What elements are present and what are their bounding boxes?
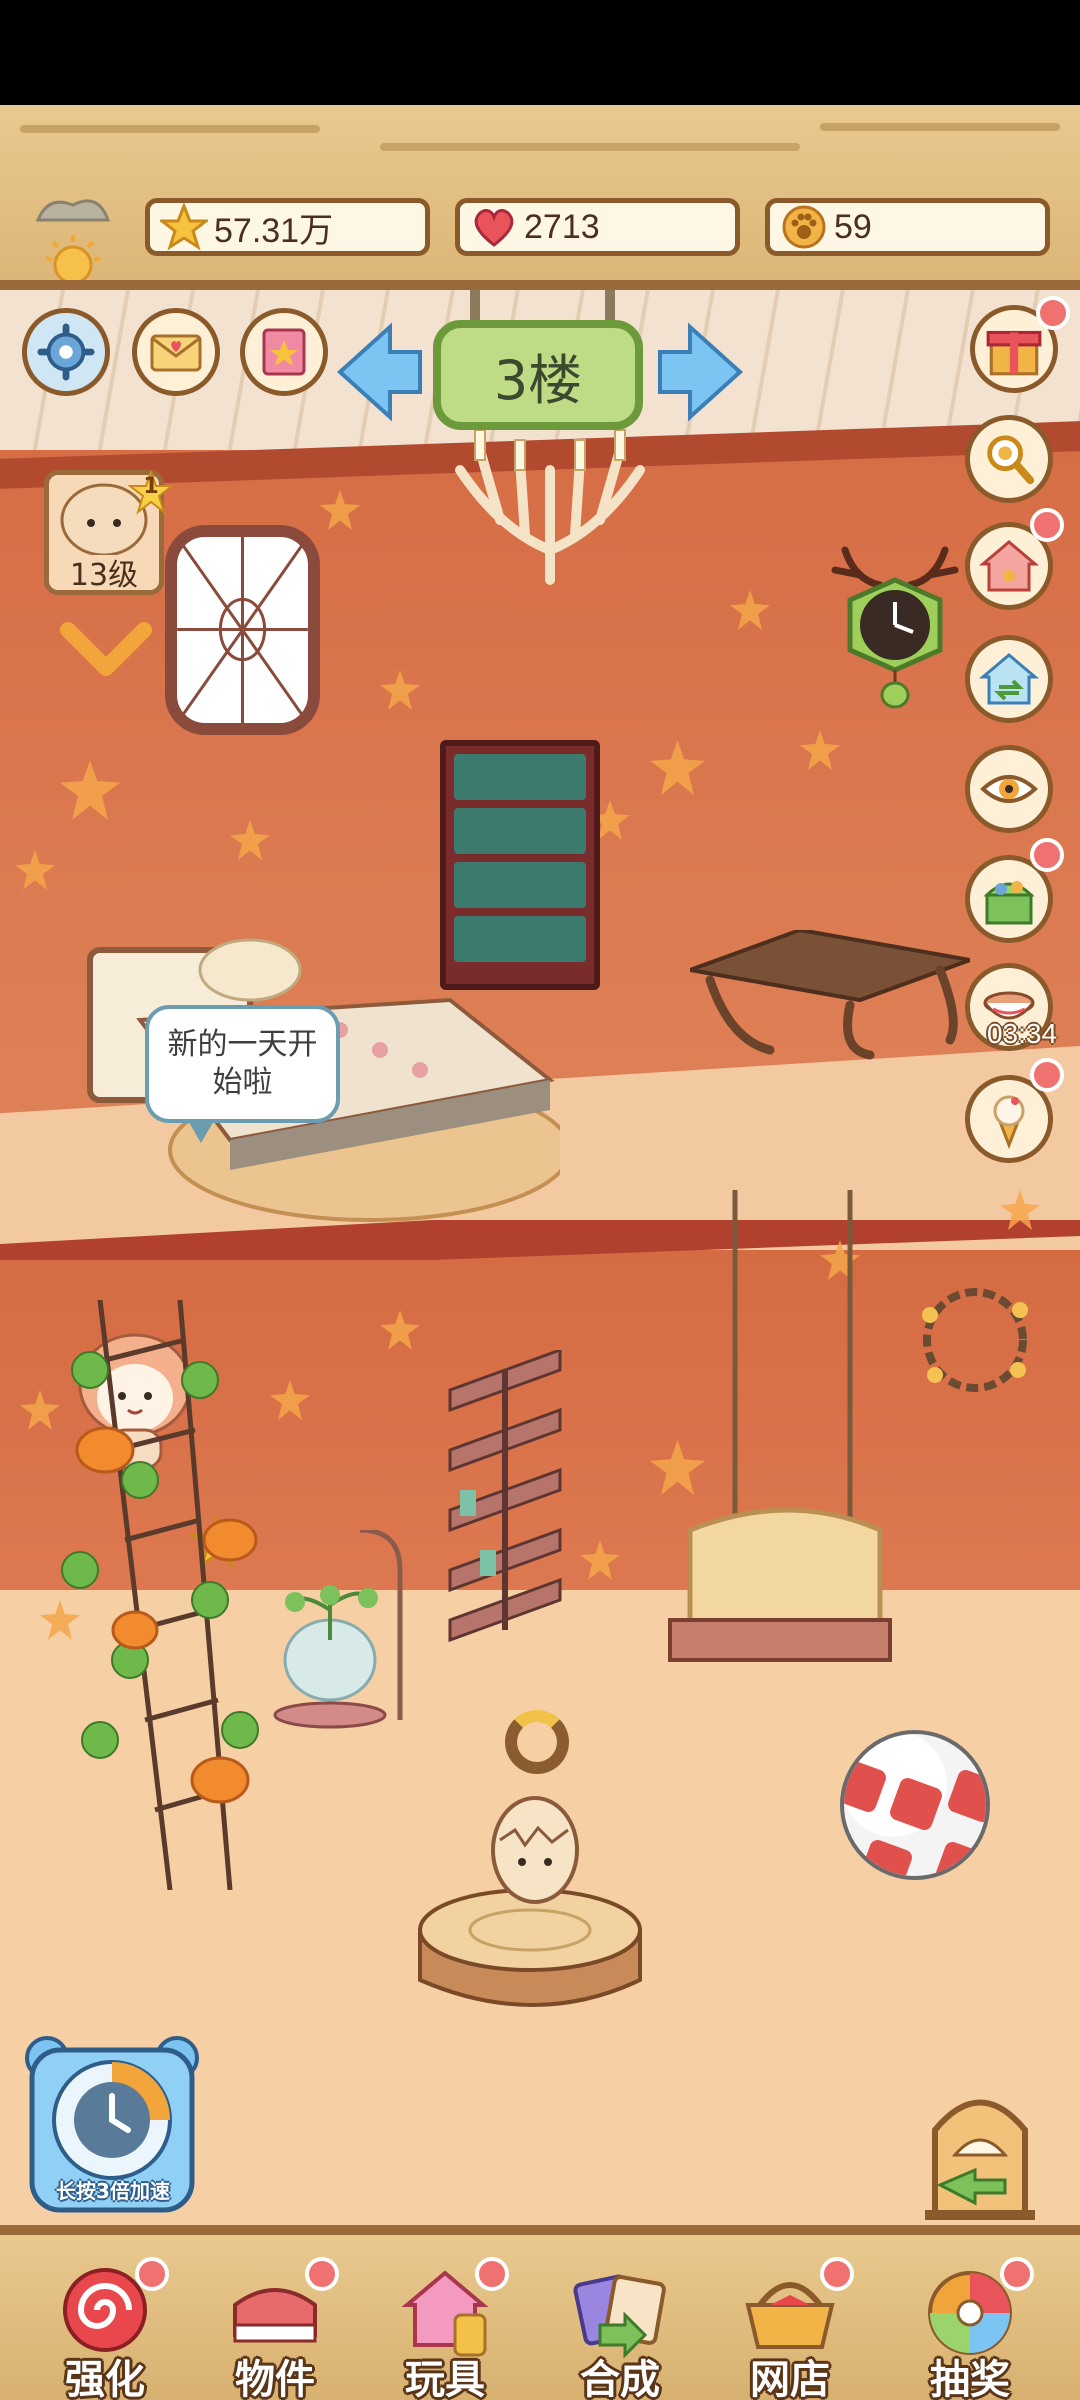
nav-label: 强化	[65, 2357, 145, 2400]
view-button[interactable]	[965, 745, 1053, 833]
star-icon	[160, 203, 208, 251]
floor-indicator: 3楼	[433, 320, 643, 430]
nav-shop[interactable]: 网店	[715, 2257, 865, 2400]
heart-icon	[474, 208, 514, 247]
twig-wreath[interactable]	[900, 1270, 1050, 1410]
exit-door-button[interactable]	[920, 2085, 1040, 2220]
notification-dot	[1000, 2257, 1034, 2291]
house-swap-icon	[979, 653, 1039, 705]
pumpkin-trellis[interactable]	[60, 1300, 270, 1890]
paws-value: 59	[834, 207, 872, 246]
floor-label: 3楼	[493, 348, 583, 412]
nav-label: 抽奖	[930, 2357, 1010, 2400]
album-button[interactable]	[240, 308, 328, 396]
lattice-pattern	[175, 536, 310, 724]
wicker-swing[interactable]	[650, 1190, 900, 1710]
gear-icon	[37, 323, 95, 381]
exchange-button[interactable]	[965, 635, 1053, 723]
nav-label: 网店	[750, 2357, 830, 2400]
notification-dot	[475, 2257, 509, 2291]
hearts-value: 2713	[524, 207, 600, 246]
cards-icon	[573, 2274, 666, 2359]
notification-dot	[1030, 838, 1064, 872]
plant-jar[interactable]	[270, 1530, 410, 1730]
speed-up-label: 长按3倍加速	[56, 2179, 170, 2203]
wood-grain	[820, 123, 1060, 131]
search-button[interactable]	[965, 415, 1053, 503]
level-badge: 1	[128, 470, 174, 516]
progress-ring	[505, 1710, 569, 1774]
lattice-window[interactable]	[165, 525, 320, 735]
notification-dot	[1030, 1058, 1064, 1092]
status-bar	[0, 0, 1080, 105]
wooden-table[interactable]	[690, 930, 970, 1060]
nav-strengthen[interactable]: 强化	[30, 2257, 180, 2400]
nav-label: 物件	[235, 2357, 315, 2400]
speech-bubble: 新的一天开始啦	[145, 1005, 340, 1143]
nav-label: 合成	[580, 2357, 660, 2400]
soccer-ball[interactable]	[840, 1730, 990, 1880]
notification-dot	[820, 2257, 854, 2291]
chevron-down-icon[interactable]	[58, 620, 154, 680]
ice-cream-icon	[993, 1095, 1025, 1149]
level-badge-value: 1	[143, 474, 159, 499]
house-icon	[979, 540, 1039, 592]
paws-counter[interactable]: 59	[765, 198, 1050, 256]
stars-value: 57.31万	[214, 211, 334, 250]
notification-dot	[1030, 508, 1064, 542]
speech-text: 新的一天开始啦	[167, 1027, 318, 1100]
magnifier-icon	[987, 435, 1035, 485]
settings-button[interactable]	[22, 308, 110, 396]
resource-header: 57.31万 2713 59	[0, 105, 1080, 290]
notification-dot	[1036, 296, 1070, 330]
paw-coin-icon	[782, 205, 826, 249]
stars-counter[interactable]: 57.31万	[145, 198, 430, 256]
notification-dot	[135, 2257, 169, 2291]
antler-chandelier[interactable]	[440, 410, 660, 590]
notification-dot	[305, 2257, 339, 2291]
bottom-navigation: 强化 物件 玩具 合成 网店 抽奖	[0, 2225, 1080, 2400]
nav-merge[interactable]: 合成	[545, 2265, 695, 2400]
hearts-counter[interactable]: 2713	[455, 198, 740, 256]
nav-label: 玩具	[405, 2357, 485, 2400]
mail-icon	[150, 334, 202, 372]
nav-toys[interactable]: 玩具	[370, 2257, 520, 2400]
player-level: 13级	[69, 558, 139, 593]
nav-lottery[interactable]: 抽奖	[895, 2257, 1045, 2400]
gift-box-icon	[986, 330, 1042, 376]
wall-clock[interactable]	[825, 540, 965, 710]
book-icon	[262, 328, 306, 376]
pet-egg[interactable]	[480, 1790, 590, 1910]
treasure-chest-icon	[983, 881, 1035, 925]
cooking-timer: 03:34	[986, 1018, 1058, 1049]
book-shelf[interactable]	[430, 1350, 580, 1650]
mail-button[interactable]	[132, 308, 220, 396]
arrow-left-icon[interactable]	[335, 322, 425, 422]
eye-icon	[980, 775, 1038, 803]
arrow-right-icon[interactable]	[655, 322, 745, 422]
nav-items[interactable]: 物件	[200, 2257, 350, 2400]
wood-grain	[20, 125, 320, 133]
weather-icon[interactable]	[28, 180, 118, 280]
wood-grain	[380, 143, 800, 151]
